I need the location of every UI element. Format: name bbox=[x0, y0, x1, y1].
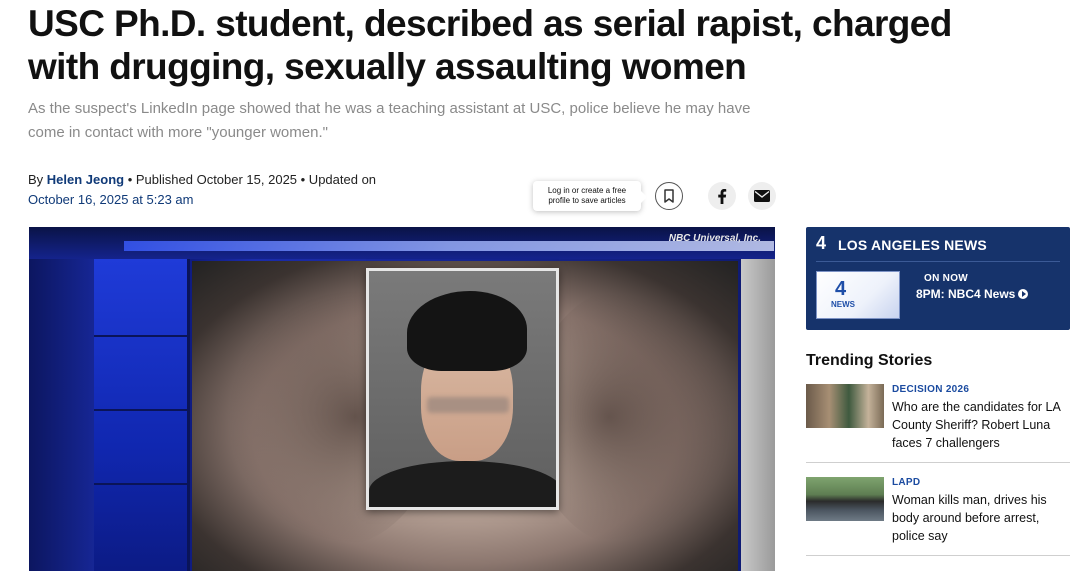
save-tooltip: Log in or create a free profile to save … bbox=[533, 181, 647, 211]
live-show-link[interactable]: 8PM: NBC4 News bbox=[916, 287, 1029, 301]
trending-thumbnail[interactable] bbox=[806, 477, 884, 521]
hero-image[interactable]: NBC Universal, Inc. bbox=[29, 227, 775, 571]
thumb-logo: 4 bbox=[835, 278, 847, 300]
trending-headline[interactable]: Who are the candidates for LA County She… bbox=[892, 398, 1070, 452]
studio-wall bbox=[741, 259, 775, 571]
updated-date: October 16, 2025 at 5:23 am bbox=[28, 192, 194, 207]
tooltip-line-1: Log in or create a free bbox=[547, 186, 627, 195]
byline: By Helen Jeong • Published October 15, 2… bbox=[28, 170, 408, 210]
news-thumbnail[interactable]: 4 NEWS bbox=[816, 271, 900, 319]
trending-headline[interactable]: Woman kills man, drives his body around … bbox=[892, 491, 1070, 545]
eyes-blur bbox=[427, 397, 509, 413]
suspect-mugshot bbox=[366, 268, 559, 510]
byline-by: By bbox=[28, 172, 47, 187]
nbc4-logo: 4 bbox=[816, 233, 827, 253]
trending-tag[interactable]: DECISION 2026 bbox=[892, 384, 969, 395]
trending-tag[interactable]: LAPD bbox=[892, 477, 920, 488]
save-article-button[interactable] bbox=[655, 182, 683, 210]
trending-item[interactable]: LAPD Woman kills man, drives his body ar… bbox=[806, 477, 1070, 547]
author-link[interactable]: Helen Jeong bbox=[47, 172, 124, 187]
thumb-label: NEWS bbox=[831, 300, 855, 309]
email-share-button[interactable] bbox=[748, 182, 776, 210]
tooltip-line-2: profile to save articles bbox=[548, 196, 626, 205]
trending-title: Trending Stories bbox=[806, 352, 933, 369]
card-divider bbox=[816, 261, 1060, 262]
facebook-icon bbox=[718, 188, 727, 204]
facebook-share-button[interactable] bbox=[708, 182, 736, 210]
image-credit: NBC Universal, Inc. bbox=[668, 233, 761, 244]
article-dek: As the suspect's LinkedIn page showed th… bbox=[28, 100, 751, 141]
news-brand: LOS ANGELES NEWS bbox=[838, 237, 987, 253]
mail-icon bbox=[754, 190, 770, 202]
on-now-label: ON NOW bbox=[924, 273, 969, 284]
show-title: 8PM: NBC4 News bbox=[916, 287, 1016, 301]
trending-thumbnail[interactable] bbox=[806, 384, 884, 428]
blurred-face-right bbox=[529, 287, 729, 547]
divider bbox=[806, 555, 1070, 556]
bookmark-icon bbox=[664, 189, 674, 203]
live-news-card[interactable]: 4 LOS ANGELES NEWS 4 NEWS ON NOW 8PM: NB… bbox=[806, 227, 1070, 330]
published-date: • Published October 15, 2025 • Updated o… bbox=[124, 172, 377, 187]
divider bbox=[806, 462, 1070, 463]
article-page: USC Ph.D. student, described as serial r… bbox=[0, 0, 1080, 571]
play-icon bbox=[1018, 289, 1029, 299]
studio-panel bbox=[94, 259, 190, 571]
trending-item[interactable]: DECISION 2026 Who are the candidates for… bbox=[806, 384, 1070, 454]
article-headline: USC Ph.D. student, described as serial r… bbox=[28, 3, 952, 87]
